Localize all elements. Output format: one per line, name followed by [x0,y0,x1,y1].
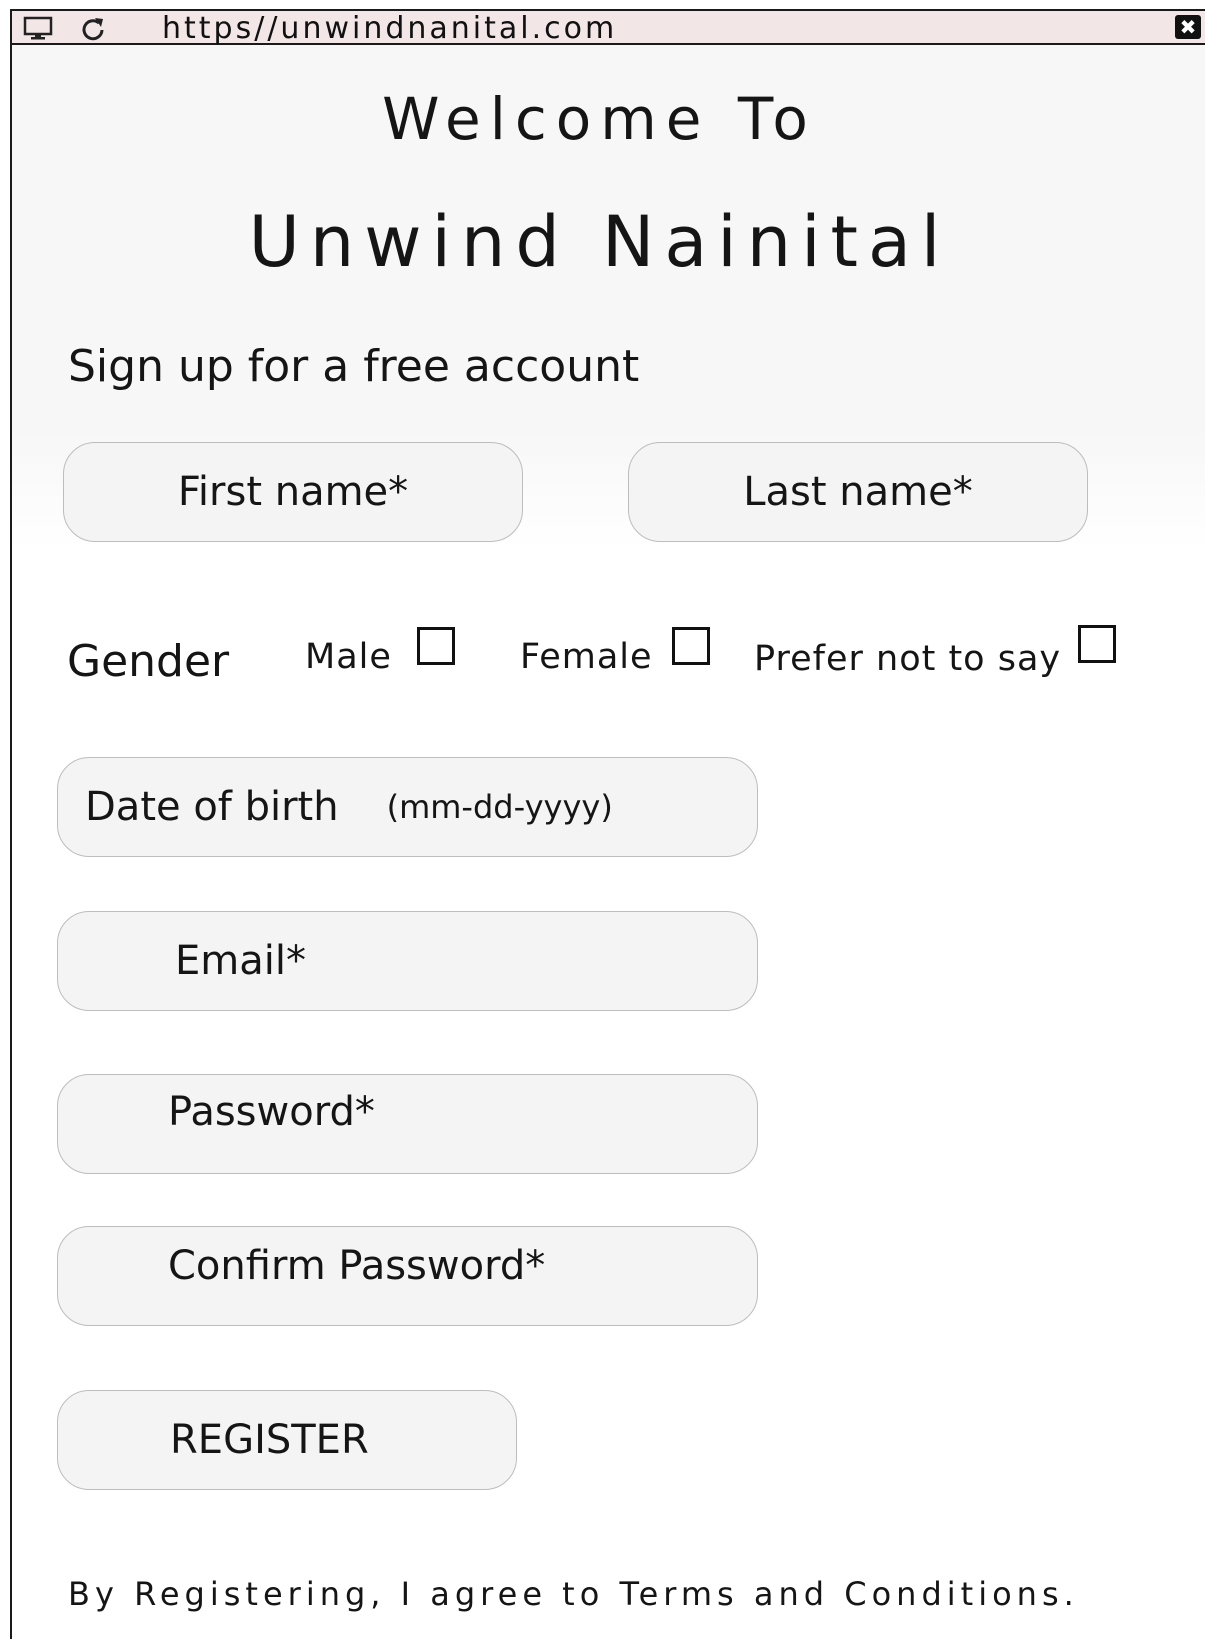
close-icon[interactable]: ✖ [1175,15,1201,39]
dob-format-hint: (mm-dd-yyyy) [386,788,613,826]
gender-option-male-label: Male [305,637,392,677]
browser-window: https//unwindnanital.com ✖ Welcome To Un… [10,9,1205,1639]
gender-male-checkbox[interactable] [417,627,455,665]
register-button[interactable]: REGISTER [57,1390,517,1490]
welcome-heading: Welcome To [382,85,817,153]
gender-prefer-not-checkbox[interactable] [1078,625,1116,663]
gender-option-prefer-not-label: Prefer not to say [754,639,1062,679]
gender-option-female-label: Female [520,637,653,677]
email-placeholder: Email* [175,938,306,984]
email-field[interactable]: Email* [57,911,758,1011]
browser-titlebar: https//unwindnanital.com ✖ [12,11,1205,46]
dob-label: Date of birth [85,784,339,830]
password-placeholder: Password* [168,1089,375,1135]
last-name-placeholder: Last name* [743,469,973,515]
last-name-field[interactable]: Last name* [628,442,1088,542]
signup-subtitle: Sign up for a free account [68,341,640,392]
brand-title: Unwind Nainital [248,201,951,283]
first-name-placeholder: First name* [177,469,409,515]
password-field[interactable]: Password* [57,1074,758,1174]
monitor-icon [23,16,53,40]
gender-female-checkbox[interactable] [672,627,710,665]
reload-icon[interactable] [78,15,108,41]
confirm-password-field[interactable]: Confirm Password* [57,1226,758,1326]
date-of-birth-field[interactable]: Date of birth (mm-dd-yyyy) [57,757,758,857]
address-bar[interactable]: https//unwindnanital.com [162,11,617,46]
confirm-password-placeholder: Confirm Password* [168,1243,546,1289]
first-name-field[interactable]: First name* [63,442,523,542]
terms-notice: By Registering, I agree to Terms and Con… [68,1575,1079,1613]
gender-label: Gender [67,636,230,687]
